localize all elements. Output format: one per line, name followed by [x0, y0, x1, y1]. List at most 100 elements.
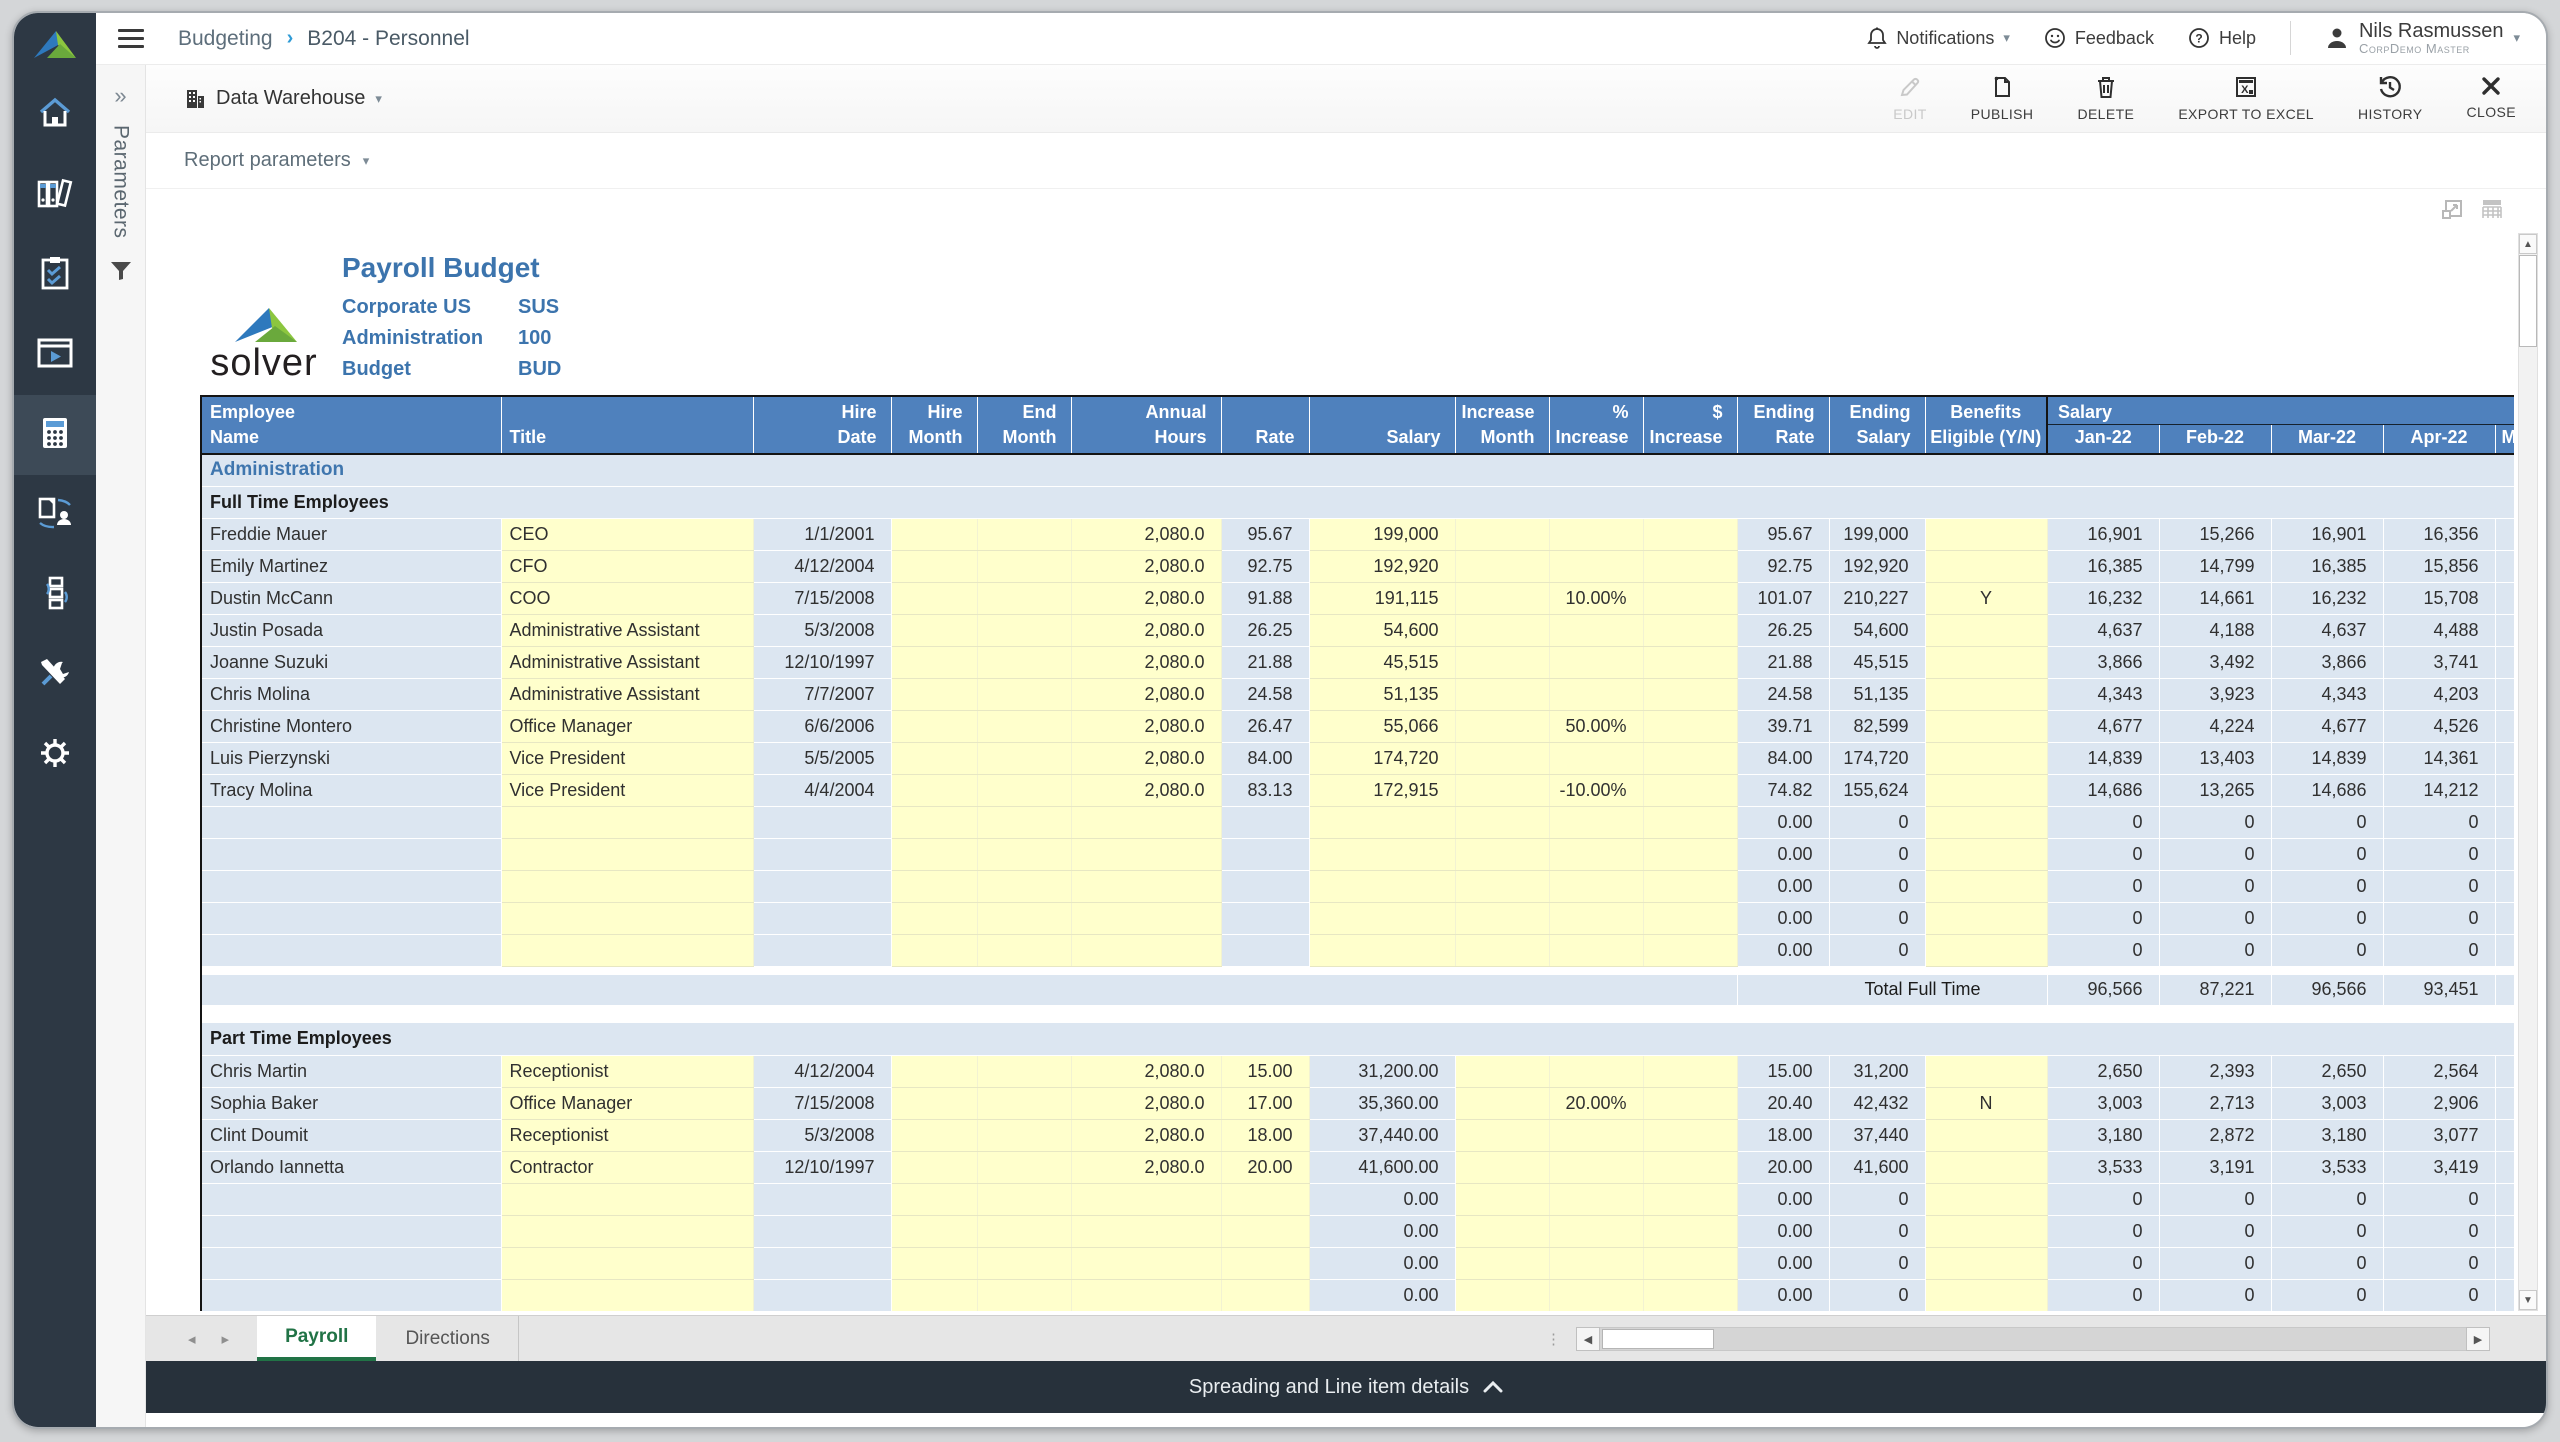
cell-annual_hours[interactable] [1071, 1247, 1222, 1280]
cell-benefits[interactable] [1925, 1279, 2048, 1311]
cell-title[interactable] [501, 934, 754, 967]
cell-rate[interactable] [1221, 1215, 1310, 1248]
sidebar-item-library[interactable] [14, 155, 96, 235]
cell-end_month[interactable] [977, 838, 1072, 871]
cell-title[interactable]: Administrative Assistant [501, 678, 754, 711]
cell-increase_month[interactable] [1455, 934, 1550, 967]
cell-salary[interactable] [1309, 934, 1456, 967]
cell-pct_increase[interactable] [1549, 806, 1644, 839]
cell-pct_increase[interactable] [1549, 1151, 1644, 1184]
cell-benefits[interactable] [1925, 646, 2048, 679]
cell-increase_month[interactable] [1455, 550, 1550, 583]
cell-hire_month[interactable] [891, 902, 978, 935]
cell-pct_increase[interactable] [1549, 1055, 1644, 1088]
cell-dollar_increase[interactable] [1643, 934, 1738, 967]
cell-pct_increase[interactable] [1549, 678, 1644, 711]
notifications-menu[interactable]: Notifications ▾ [1867, 27, 2010, 50]
cell-benefits[interactable] [1925, 870, 2048, 903]
feedback-menu[interactable]: Feedback [2044, 27, 2154, 49]
cell-hire_month[interactable] [891, 1247, 978, 1280]
cell-dollar_increase[interactable] [1643, 742, 1738, 775]
cell-increase_month[interactable] [1455, 774, 1550, 807]
cell-benefits[interactable] [1925, 1215, 2048, 1248]
cell-annual_hours[interactable]: 2,080.0 [1071, 518, 1222, 551]
cell-increase_month[interactable] [1455, 1247, 1550, 1280]
cell-end_month[interactable] [977, 550, 1072, 583]
hamburger-menu-icon[interactable] [118, 24, 144, 53]
cell-end_month[interactable] [977, 806, 1072, 839]
cell-title[interactable]: Vice President [501, 774, 754, 807]
sidebar-item-home[interactable] [14, 75, 96, 155]
cell-dollar_increase[interactable] [1643, 774, 1738, 807]
collapse-rail-icon[interactable]: » [114, 83, 126, 109]
cell-pct_increase[interactable]: 50.00% [1549, 710, 1644, 743]
cell-pct_increase[interactable] [1549, 1247, 1644, 1280]
cell-hire_month[interactable] [891, 870, 978, 903]
cell-salary[interactable]: 172,915 [1309, 774, 1456, 807]
cell-end_month[interactable] [977, 742, 1072, 775]
cell-title[interactable]: Administrative Assistant [501, 646, 754, 679]
cell-increase_month[interactable] [1455, 518, 1550, 551]
cell-end_month[interactable] [977, 902, 1072, 935]
cell-increase_month[interactable] [1455, 1055, 1550, 1088]
cell-annual_hours[interactable] [1071, 838, 1222, 871]
cell-dollar_increase[interactable] [1643, 614, 1738, 647]
cell-end_month[interactable] [977, 774, 1072, 807]
cell-end_month[interactable] [977, 1151, 1072, 1184]
sidebar-item-reporting[interactable] [14, 315, 96, 395]
cell-increase_month[interactable] [1455, 614, 1550, 647]
cell-salary[interactable]: 51,135 [1309, 678, 1456, 711]
cell-benefits[interactable] [1925, 774, 2048, 807]
cell-dollar_increase[interactable] [1643, 678, 1738, 711]
cell-dollar_increase[interactable] [1643, 1055, 1738, 1088]
cell-dollar_increase[interactable] [1643, 1247, 1738, 1280]
cell-hire_month[interactable] [891, 806, 978, 839]
cell-increase_month[interactable] [1455, 806, 1550, 839]
cell-hire_month[interactable] [891, 614, 978, 647]
cell-dollar_increase[interactable] [1643, 1151, 1738, 1184]
cell-hire_month[interactable] [891, 934, 978, 967]
cell-benefits[interactable] [1925, 902, 2048, 935]
cell-dollar_increase[interactable] [1643, 550, 1738, 583]
cell-benefits[interactable] [1925, 518, 2048, 551]
cell-pct_increase[interactable] [1549, 902, 1644, 935]
user-menu[interactable]: Nils Rasmussen CorpDemo Master ▾ [2325, 21, 2520, 56]
cell-dollar_increase[interactable] [1643, 646, 1738, 679]
cell-annual_hours[interactable] [1071, 806, 1222, 839]
cell-annual_hours[interactable]: 2,080.0 [1071, 646, 1222, 679]
cell-hire_month[interactable] [891, 710, 978, 743]
tab-scroll-right-icon[interactable]: ▸ [222, 1330, 230, 1348]
horizontal-scrollbar[interactable]: ⋮ ◀ ▶ [1546, 1324, 2490, 1354]
cell-title[interactable]: Administrative Assistant [501, 614, 754, 647]
cell-title[interactable]: Office Manager [501, 710, 754, 743]
cell-increase_month[interactable] [1455, 582, 1550, 615]
cell-rate[interactable] [1221, 1279, 1310, 1311]
cell-pct_increase[interactable]: 10.00% [1549, 582, 1644, 615]
cell-benefits[interactable] [1925, 742, 2048, 775]
cell-hire_month[interactable] [891, 678, 978, 711]
sidebar-item-collaboration[interactable] [14, 475, 96, 555]
cell-annual_hours[interactable]: 2,080.0 [1071, 1151, 1222, 1184]
cell-dollar_increase[interactable] [1643, 582, 1738, 615]
cell-hire_month[interactable] [891, 1279, 978, 1311]
cell-salary[interactable]: 192,920 [1309, 550, 1456, 583]
cell-hire_month[interactable] [891, 550, 978, 583]
cell-annual_hours[interactable]: 2,080.0 [1071, 774, 1222, 807]
cell-annual_hours[interactable]: 2,080.0 [1071, 1087, 1222, 1120]
cell-increase_month[interactable] [1455, 1087, 1550, 1120]
cell-salary[interactable] [1309, 870, 1456, 903]
cell-title[interactable] [501, 1247, 754, 1280]
cell-benefits[interactable] [1925, 614, 2048, 647]
cell-title[interactable] [501, 902, 754, 935]
cell-title[interactable]: Office Manager [501, 1087, 754, 1120]
cell-end_month[interactable] [977, 1247, 1072, 1280]
cell-benefits[interactable] [1925, 678, 2048, 711]
sidebar-item-budgeting[interactable] [14, 395, 96, 475]
cell-pct_increase[interactable] [1549, 646, 1644, 679]
cell-benefits[interactable] [1925, 934, 2048, 967]
cell-pct_increase[interactable] [1549, 550, 1644, 583]
cell-title[interactable] [501, 1183, 754, 1216]
cell-pct_increase[interactable]: -10.00% [1549, 774, 1644, 807]
cell-benefits[interactable]: Y [1925, 582, 2048, 615]
cell-salary[interactable]: 55,066 [1309, 710, 1456, 743]
